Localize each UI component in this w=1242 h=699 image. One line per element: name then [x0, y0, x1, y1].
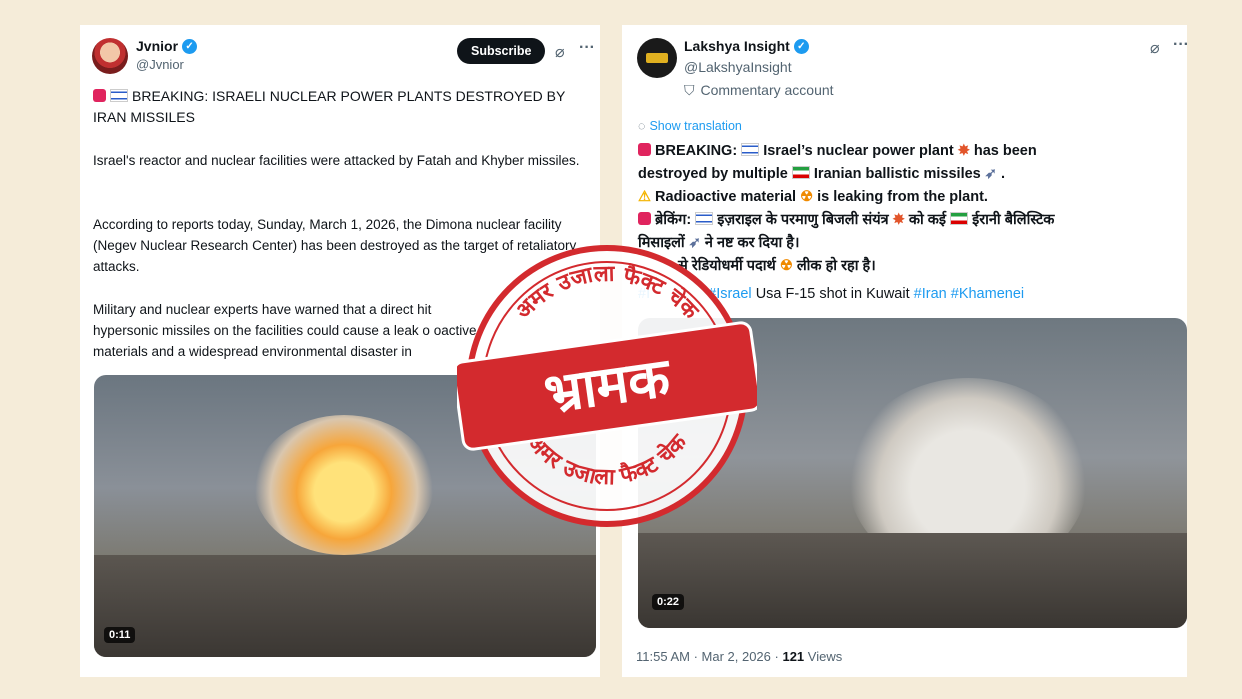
israel-flag-icon [110, 89, 128, 102]
video-duration: 0:22 [652, 594, 685, 610]
explosion-icon: ✸ [892, 212, 905, 228]
lakshya-avatar[interactable] [637, 38, 677, 78]
author-handle[interactable]: @LakshyaInsight [684, 59, 792, 75]
israel-flag-icon [741, 143, 760, 156]
jvnior-avatar[interactable] [92, 38, 128, 74]
siren-icon [638, 212, 651, 225]
hashtag-iran[interactable]: #Iran [914, 286, 947, 302]
verified-badge-icon: ✓ [793, 38, 809, 54]
verified-badge-icon: ✓ [182, 38, 198, 54]
show-translation-link[interactable]: ◌ Show translation [638, 119, 742, 133]
hashtag-khamenei[interactable]: #Khamenei [951, 286, 1024, 302]
iran-flag-icon [791, 166, 810, 179]
warning-icon: ⚠ [638, 189, 651, 205]
author-name[interactable]: Jvnior ✓ [136, 38, 198, 54]
logo-mark-icon [646, 53, 668, 63]
israel-flag-icon [695, 212, 714, 225]
iran-flag-icon [950, 212, 969, 225]
more-options-icon[interactable]: ··· [1173, 36, 1189, 54]
view-count: 121 [782, 649, 805, 664]
timestamp[interactable]: 11:55 AM · Mar 2, 2026 · [636, 649, 779, 664]
subscribe-button[interactable]: Subscribe [457, 38, 546, 64]
radioactive-icon: ☢ [800, 189, 814, 205]
explosion-fireball [254, 415, 434, 555]
tweet-headline: BREAKING: ISRAELI NUCLEAR POWER PLANTS D… [93, 88, 566, 125]
hashtag-text: Usa F-15 shot in Kuwait [755, 286, 910, 302]
grok-icon[interactable]: ⌀ [1150, 38, 1160, 58]
more-options-icon[interactable]: ··· [579, 39, 595, 57]
fact-check-stamp: अमर उजाला फैक्ट चेक अमर उजाला फैक्ट चेक … [457, 245, 757, 527]
city-foreground [94, 555, 596, 657]
author-handle[interactable]: @Jvnior [136, 57, 184, 72]
city-foreground [638, 533, 1187, 628]
video-duration: 0:11 [104, 627, 136, 643]
radioactive-icon: ☢ [779, 258, 793, 274]
tweet-metadata: 11:55 AM · Mar 2, 2026 · 121 Views [636, 649, 842, 664]
grok-icon[interactable]: ⌀ [555, 42, 565, 62]
commentary-label: ⛉ Commentary account [684, 82, 834, 98]
author-name[interactable]: Lakshya Insight ✓ [684, 38, 809, 54]
rocket-icon: ➶ [984, 166, 997, 182]
explosion-icon: ✸ [957, 143, 970, 159]
commentary-icon: ⛉ [684, 82, 695, 98]
tweet-paragraph-1: Israel's reactor and nuclear facilities … [93, 153, 580, 168]
siren-icon [93, 89, 106, 102]
translate-icon: ◌ [638, 119, 646, 133]
views-label: Views [807, 649, 843, 664]
siren-icon [638, 143, 651, 156]
